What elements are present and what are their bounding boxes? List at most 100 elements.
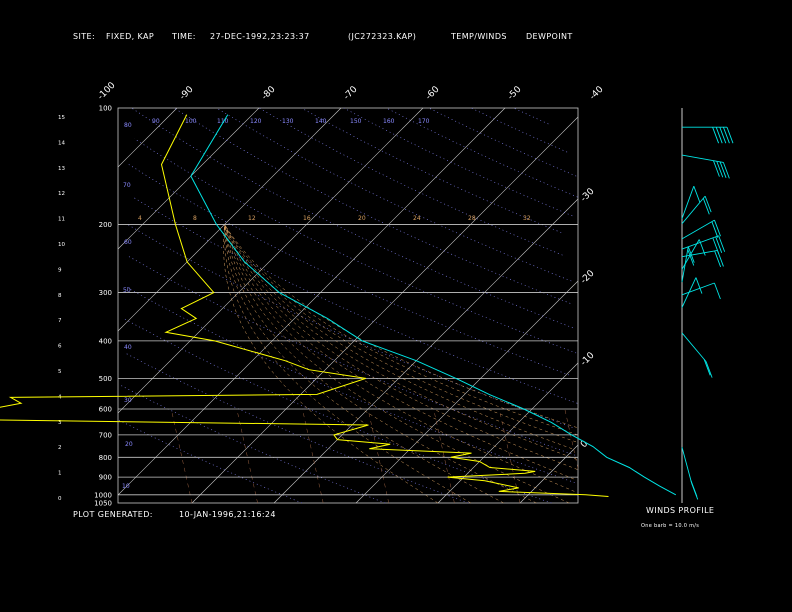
temperature-tick-label-right: -10 bbox=[579, 350, 597, 368]
dry-adiabat-label: 80 bbox=[124, 122, 132, 129]
dry-adiabat-label: 170 bbox=[418, 118, 430, 125]
wind-barb-staff bbox=[681, 186, 695, 219]
wind-barb-flag bbox=[718, 235, 726, 252]
isotherm-line bbox=[117, 107, 506, 496]
wind-barb-staff bbox=[681, 277, 697, 308]
wind-barb-flag bbox=[722, 127, 730, 144]
moist-adiabat-label: 20 bbox=[358, 215, 366, 222]
height-tick-label: 10 bbox=[58, 242, 65, 248]
temperature-tick-label-top: -40 bbox=[588, 84, 606, 102]
moist-adiabat-label: 8 bbox=[193, 215, 197, 222]
moist-adiabat-layer bbox=[223, 224, 578, 504]
wind-barb bbox=[681, 277, 703, 308]
height-tick-label: 5 bbox=[58, 369, 62, 375]
pressure-tick-label: 1000 bbox=[94, 491, 112, 499]
dry-adiabat-line bbox=[386, 107, 578, 198]
height-tick-label: 0 bbox=[58, 496, 62, 502]
moist-adiabat-line bbox=[224, 224, 471, 504]
height-tick-label: 12 bbox=[58, 191, 65, 197]
pressure-tick-label: 1050 bbox=[94, 500, 112, 508]
moist-adiabat-line bbox=[224, 224, 570, 504]
winds-profile-note: One barb = 10.0 m/s bbox=[641, 523, 700, 529]
isotherm-line bbox=[355, 280, 579, 504]
wind-barb-flag bbox=[719, 161, 727, 178]
moist-adiabat-label: 32 bbox=[523, 215, 531, 222]
wind-barb bbox=[681, 154, 730, 179]
dry-adiabat-line bbox=[428, 107, 577, 177]
wind-barb-flag bbox=[714, 250, 722, 268]
pressure-tick-label: 100 bbox=[99, 105, 112, 113]
height-tick-label: 9 bbox=[58, 267, 62, 273]
wind-barb bbox=[681, 219, 721, 240]
wind-barb-flag bbox=[693, 186, 701, 203]
wind-barb bbox=[682, 126, 734, 144]
moist-adiabat-line bbox=[224, 224, 575, 492]
isotherm-line bbox=[117, 107, 178, 168]
moist-adiabat-line bbox=[224, 224, 577, 428]
wind-barb-flag bbox=[715, 127, 723, 144]
height-tick-label: 11 bbox=[58, 217, 65, 223]
pressure-tick-label: 200 bbox=[99, 221, 112, 229]
isotherm-line bbox=[117, 107, 260, 250]
dry-adiabat-label: 140 bbox=[315, 118, 327, 125]
dry-adiabat-line bbox=[301, 107, 562, 233]
mixing-ratio-line bbox=[170, 408, 193, 504]
height-tick-label: 15 bbox=[58, 115, 65, 121]
wind-barb-flag bbox=[713, 282, 721, 300]
pressure-tick-label: 900 bbox=[99, 474, 112, 482]
dry-adiabat-line bbox=[173, 107, 571, 304]
temperature-tick-label-top: -70 bbox=[342, 84, 360, 102]
dry-adiabat-label: 150 bbox=[350, 118, 362, 125]
dry-adiabat-line bbox=[118, 419, 303, 504]
height-tick-label: 8 bbox=[58, 293, 62, 299]
moist-adiabat-line bbox=[224, 224, 578, 436]
dry-adiabat-label: 120 bbox=[250, 118, 262, 125]
moist-adiabat-label: 4 bbox=[138, 215, 142, 222]
dry-adiabat-line bbox=[134, 138, 577, 354]
temperature-tick-label-top: -60 bbox=[424, 84, 442, 102]
mixing-ratio-line bbox=[302, 408, 324, 504]
wind-barb-flag bbox=[716, 161, 724, 178]
temperature-tick-label-top: -90 bbox=[178, 84, 196, 102]
moist-adiabat-line bbox=[224, 224, 537, 504]
moist-adiabat-label: 16 bbox=[303, 215, 311, 222]
dry-adiabat-label: 20 bbox=[125, 441, 133, 448]
wind-barb-flag bbox=[717, 250, 724, 267]
winds-profile-title: WINDS PROFILE bbox=[646, 506, 715, 515]
wind-barb-flag bbox=[690, 480, 698, 497]
wind-barb bbox=[681, 195, 712, 224]
dry-adiabat-line bbox=[119, 384, 386, 504]
dry-adiabat-label: 40 bbox=[124, 344, 132, 351]
wind-barb-flag bbox=[712, 127, 720, 144]
dry-adiabat-label: 70 bbox=[123, 182, 131, 189]
dry-adiabat-line bbox=[128, 164, 570, 376]
mixing-ratio-line bbox=[367, 408, 390, 504]
wind-barb bbox=[681, 332, 713, 378]
mixing-ratio-line bbox=[498, 408, 521, 504]
wind-barb-flag bbox=[695, 277, 703, 294]
wind-barb-flag bbox=[713, 160, 720, 177]
temperature-tick-label-top: -100 bbox=[96, 80, 118, 102]
pressure-tick-label: 300 bbox=[99, 289, 112, 297]
dry-adiabat-label: 30 bbox=[124, 397, 132, 404]
wind-barb-flag bbox=[719, 127, 727, 144]
footer-plot-generated-label: PLOT GENERATED: bbox=[73, 510, 153, 519]
wind-barb-flag bbox=[722, 162, 730, 179]
wind-barb-staff bbox=[681, 447, 693, 484]
moist-adiabat-line bbox=[224, 224, 504, 504]
dry-adiabat-label: 50 bbox=[123, 287, 131, 294]
dry-adiabat-label: 110 bbox=[217, 118, 229, 125]
mixing-ratio-line bbox=[564, 408, 579, 469]
dry-adiabat-line bbox=[471, 107, 568, 153]
height-tick-label: 6 bbox=[58, 344, 62, 350]
wind-barb-flag bbox=[711, 221, 719, 238]
wind-barb-flag bbox=[705, 361, 713, 378]
dry-adiabat-line bbox=[131, 107, 573, 329]
temperature-profile-line bbox=[190, 114, 677, 496]
height-tick-label: 1 bbox=[58, 471, 62, 477]
pressure-tick-label: 800 bbox=[99, 454, 112, 462]
height-tick-label: 2 bbox=[58, 445, 62, 451]
dry-adiabat-label: 130 bbox=[282, 118, 294, 125]
height-tick-label: 13 bbox=[58, 166, 65, 172]
footer-plot-generated-value: 10-JAN-1996,21:16:24 bbox=[179, 510, 276, 519]
